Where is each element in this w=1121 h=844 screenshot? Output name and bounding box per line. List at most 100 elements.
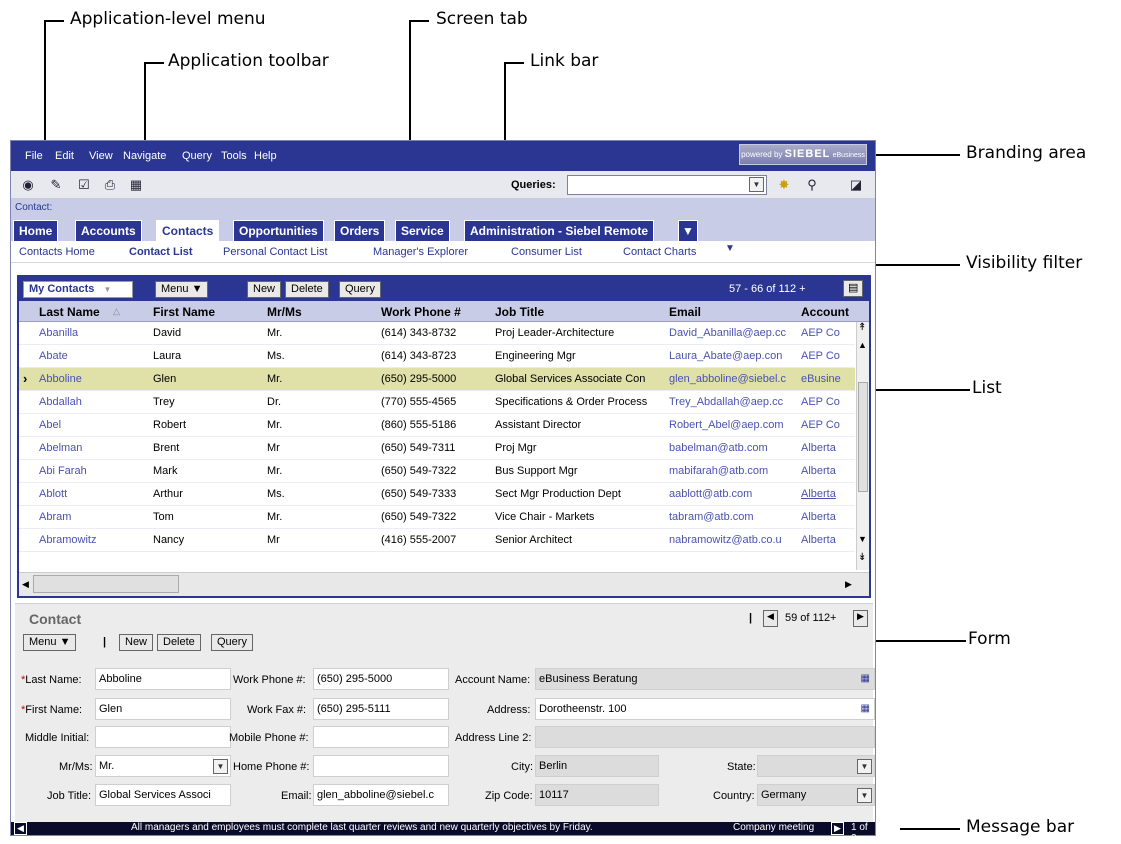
home-phone-field[interactable]: [313, 755, 449, 777]
print-icon[interactable]: ⎙: [101, 176, 119, 194]
search-icon[interactable]: ⚲: [803, 176, 821, 194]
cell-account[interactable]: AEP Co: [801, 350, 851, 362]
new-query-icon[interactable]: ✸: [775, 176, 793, 194]
cell-last-name[interactable]: Abelman: [39, 442, 147, 454]
cell-email[interactable]: babelman@atb.com: [669, 442, 797, 454]
cell-account[interactable]: Alberta: [801, 488, 851, 500]
state-select[interactable]: ▼: [757, 755, 875, 777]
cell-account[interactable]: Alberta: [801, 442, 851, 454]
menu-tools[interactable]: Tools: [221, 150, 247, 162]
tab-opportunities[interactable]: Opportunities: [233, 220, 324, 241]
visibility-filter-dropdown[interactable]: My Contacts ▼: [23, 281, 133, 298]
menu-query[interactable]: Query: [182, 150, 212, 162]
cell-last-name[interactable]: Abboline: [39, 373, 147, 385]
cell-last-name[interactable]: Abanilla: [39, 327, 147, 339]
table-row[interactable]: Abate Laura Ms. (614) 343-8723 Engineeri…: [19, 345, 855, 368]
pick-applet-icon[interactable]: ▦: [861, 673, 870, 684]
table-row[interactable]: Abel Robert Mr. (860) 555-5186 Assistant…: [19, 414, 855, 437]
tab-administration-siebel-remote[interactable]: Administration - Siebel Remote: [464, 220, 655, 241]
table-row[interactable]: Abanilla David Mr. (614) 343-8732 Proj L…: [19, 322, 855, 345]
tab-service[interactable]: Service: [395, 220, 450, 241]
table-row[interactable]: Abdallah Trey Dr. (770) 555-4565 Specifi…: [19, 391, 855, 414]
cell-account[interactable]: Alberta: [801, 534, 851, 546]
link-personal-contact-list[interactable]: Personal Contact List: [223, 246, 328, 258]
table-row-selected[interactable]: › Abboline Glen Mr. (650) 295-5000 Globa…: [19, 368, 855, 391]
form-new-button[interactable]: New: [119, 634, 154, 651]
calculator-icon[interactable]: ▦: [127, 176, 145, 194]
city-field[interactable]: Berlin: [535, 755, 659, 777]
queries-dropdown[interactable]: ▼: [567, 175, 767, 195]
list-vertical-scrollbar[interactable]: ↟ ▲ ▼ ↡: [856, 322, 869, 570]
globe-icon[interactable]: ◉: [19, 176, 37, 194]
header-work-phone[interactable]: Work Phone #: [381, 305, 461, 319]
cell-account[interactable]: Alberta: [801, 465, 851, 477]
list-delete-button[interactable]: Delete: [285, 281, 329, 298]
chevron-down-icon[interactable]: ▼: [749, 177, 764, 192]
cell-email[interactable]: David_Abanilla@aep.cc: [669, 327, 797, 339]
cell-email[interactable]: mabifarah@atb.com: [669, 465, 797, 477]
middle-initial-field[interactable]: [95, 726, 231, 748]
first-name-field[interactable]: Glen: [95, 698, 231, 720]
chevron-down-icon[interactable]: ▼: [857, 759, 872, 774]
address-picker-icon[interactable]: ▦: [861, 703, 870, 714]
header-email[interactable]: Email: [669, 305, 701, 319]
work-phone-field[interactable]: (650) 295-5000: [313, 668, 449, 690]
table-row[interactable]: Ablott Arthur Ms. (650) 549-7333 Sect Mg…: [19, 483, 855, 506]
tab-orders[interactable]: Orders: [334, 220, 386, 241]
cell-email[interactable]: tabram@atb.com: [669, 511, 797, 523]
cell-last-name[interactable]: Abi Farah: [39, 465, 147, 477]
header-last-name[interactable]: Last Name: [39, 305, 100, 319]
address-line-2-field[interactable]: [535, 726, 875, 748]
menu-file[interactable]: File: [25, 150, 43, 162]
table-row[interactable]: Abi Farah Mark Mr. (650) 549-7322 Bus Su…: [19, 460, 855, 483]
cell-account[interactable]: eBusine: [801, 373, 851, 385]
link-managers-explorer[interactable]: Manager's Explorer: [373, 246, 468, 258]
previous-record-icon[interactable]: ◀: [763, 610, 778, 627]
cell-email[interactable]: Robert_Abel@aep.com: [669, 419, 797, 431]
scroll-right-icon[interactable]: ▶: [845, 579, 852, 590]
scroll-left-icon[interactable]: ◀: [22, 579, 29, 590]
header-first-name[interactable]: First Name: [153, 305, 215, 319]
cell-last-name[interactable]: Abramowitz: [39, 534, 147, 546]
table-row[interactable]: Abramowitz Nancy Mr (416) 555-2007 Senio…: [19, 529, 855, 552]
mobile-phone-field[interactable]: [313, 726, 449, 748]
cell-account[interactable]: Alberta: [801, 511, 851, 523]
country-select[interactable]: Germany ▼: [757, 784, 875, 806]
scroll-bottom-icon[interactable]: ↡: [858, 552, 866, 563]
cell-email[interactable]: Trey_Abdallah@aep.cc: [669, 396, 797, 408]
work-fax-field[interactable]: (650) 295-5111: [313, 698, 449, 720]
chevron-down-icon[interactable]: ▼: [857, 788, 872, 803]
cell-last-name[interactable]: Abram: [39, 511, 147, 523]
menu-edit[interactable]: Edit: [55, 150, 74, 162]
account-name-field[interactable]: eBusiness Beratung ▦: [535, 668, 875, 690]
cell-last-name[interactable]: Abel: [39, 419, 147, 431]
scroll-top-icon[interactable]: ↟: [858, 322, 866, 333]
cell-account[interactable]: AEP Co: [801, 396, 851, 408]
menu-help[interactable]: Help: [254, 150, 277, 162]
next-record-icon[interactable]: ▶: [853, 610, 868, 627]
last-name-field[interactable]: Abboline: [95, 668, 231, 690]
list-new-button[interactable]: New: [247, 281, 282, 298]
scroll-thumb[interactable]: [33, 575, 179, 593]
link-contacts-home[interactable]: Contacts Home: [19, 246, 95, 258]
job-title-field[interactable]: Global Services Associ: [95, 784, 231, 806]
tab-accounts[interactable]: Accounts: [75, 220, 142, 241]
tab-contacts[interactable]: Contacts: [156, 220, 220, 241]
list-horizontal-scrollbar[interactable]: ◀ ▶: [19, 572, 869, 596]
cell-email[interactable]: Laura_Abate@aep.con: [669, 350, 797, 362]
message-next-icon[interactable]: ▶: [831, 822, 844, 835]
email-field[interactable]: glen_abboline@siebel.c: [313, 784, 449, 806]
list-menu-button[interactable]: Menu ▼: [155, 281, 209, 298]
link-consumer-list[interactable]: Consumer List: [511, 246, 582, 258]
mr-ms-select[interactable]: Mr. ▼: [95, 755, 231, 777]
tab-overflow-chevron-icon[interactable]: ▼: [678, 220, 698, 241]
cell-last-name[interactable]: Abate: [39, 350, 147, 362]
cell-email[interactable]: aablott@atb.com: [669, 488, 797, 500]
cell-email[interactable]: nabramowitz@atb.co.u: [669, 534, 797, 546]
form-query-button[interactable]: Query: [211, 634, 253, 651]
scroll-down-icon[interactable]: ▼: [858, 534, 867, 544]
link-contact-charts[interactable]: Contact Charts: [623, 246, 696, 258]
cell-email[interactable]: glen_abboline@siebel.c: [669, 373, 797, 385]
edit-record-icon[interactable]: ✎: [47, 176, 65, 194]
menu-navigate[interactable]: Navigate: [123, 150, 166, 162]
